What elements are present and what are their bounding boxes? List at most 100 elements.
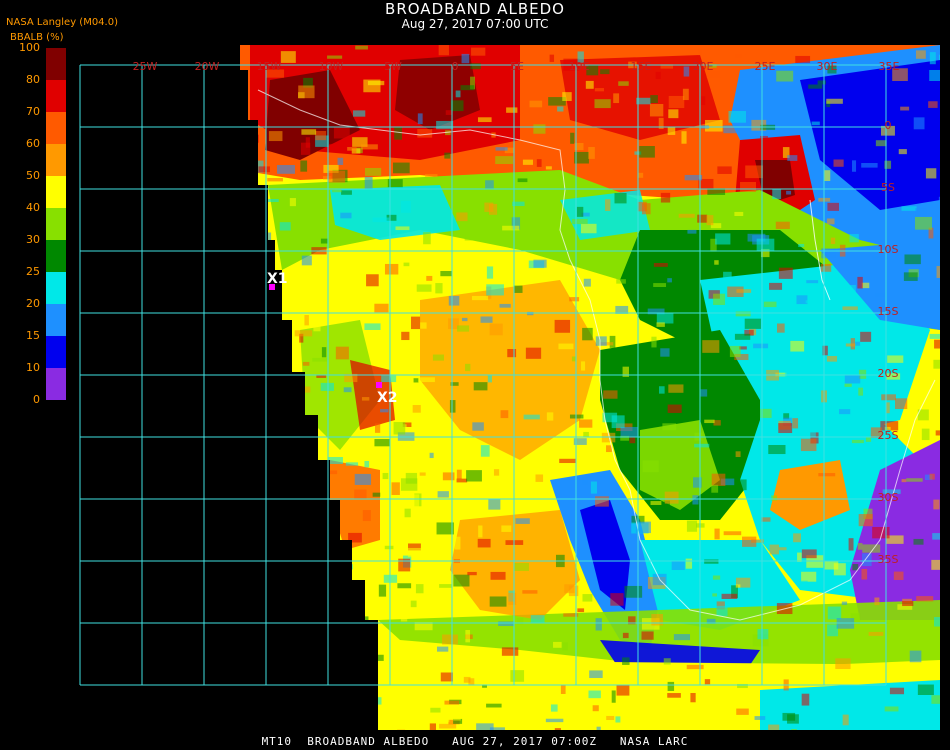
albedo-speckle	[501, 525, 512, 532]
albedo-speckle	[393, 162, 410, 174]
albedo-speckle	[466, 470, 482, 482]
albedo-speckle	[277, 165, 296, 174]
albedo-speckle	[889, 687, 905, 695]
albedo-speckle	[429, 452, 434, 459]
albedo-speckle	[848, 538, 854, 551]
longitude-label: 35E	[879, 60, 900, 73]
albedo-speckle	[411, 316, 421, 330]
albedo-speckle	[562, 92, 572, 101]
albedo-speckle	[925, 168, 937, 179]
albedo-speckle	[577, 608, 585, 613]
albedo-speckle	[622, 632, 629, 639]
albedo-speckle	[686, 520, 698, 532]
albedo-speckle	[929, 333, 940, 339]
albedo-speckle	[486, 703, 502, 708]
albedo-speckle	[461, 317, 468, 322]
albedo-speckle	[418, 377, 435, 383]
albedo-speckle	[354, 489, 367, 499]
albedo-speckle	[874, 597, 880, 606]
albedo-speckle	[536, 159, 542, 167]
albedo-speckle	[302, 386, 311, 393]
albedo-speckle	[717, 166, 732, 174]
albedo-speckle	[529, 100, 543, 108]
albedo-speckle	[581, 476, 589, 485]
albedo-speckle	[301, 129, 317, 135]
albedo-speckle	[790, 340, 805, 352]
albedo-speckle	[241, 262, 250, 275]
albedo-speckle	[358, 637, 365, 643]
albedo-speckle	[333, 127, 350, 139]
albedo-speckle	[438, 45, 449, 56]
albedo-speckle	[820, 264, 832, 272]
albedo-speckle	[272, 569, 281, 573]
albedo-speckle	[436, 120, 454, 130]
albedo-speckle	[651, 614, 663, 626]
albedo-speckle	[744, 318, 761, 329]
albedo-speckle	[437, 491, 449, 498]
albedo-speckle	[486, 284, 504, 296]
marker-point	[376, 382, 382, 388]
albedo-speckle	[312, 475, 318, 479]
albedo-speckle	[843, 694, 851, 706]
albedo-speckle	[276, 451, 293, 456]
albedo-speckle	[653, 283, 667, 288]
albedo-speckle	[372, 492, 381, 497]
albedo-speckle	[393, 422, 406, 435]
albedo-speckle	[278, 384, 295, 395]
albedo-speckle	[875, 293, 885, 297]
albedo-speckle	[480, 316, 493, 323]
albedo-speckle	[826, 98, 843, 104]
albedo-speckle	[842, 714, 849, 726]
albedo-speckle	[616, 685, 630, 696]
albedo-speckle	[515, 518, 530, 524]
albedo-speckle	[332, 183, 342, 193]
albedo-speckle	[480, 445, 490, 457]
latitude-label: 35S	[878, 553, 899, 566]
albedo-speckle	[490, 571, 506, 580]
albedo-speckle	[245, 261, 253, 274]
albedo-speckle	[827, 606, 842, 620]
albedo-speckle	[364, 323, 381, 330]
albedo-speckle	[650, 501, 662, 505]
albedo-speckle	[929, 69, 940, 82]
albedo-speckle	[842, 306, 858, 310]
albedo-speckle	[472, 422, 484, 431]
albedo-speckle	[637, 201, 647, 212]
albedo-speckle	[495, 156, 514, 165]
albedo-speckle	[595, 496, 609, 507]
albedo-speckle	[713, 686, 721, 697]
albedo-speckle	[404, 508, 411, 518]
albedo-speckle	[416, 284, 432, 292]
albedo-speckle	[442, 472, 455, 481]
albedo-speckle	[362, 510, 371, 522]
albedo-speckle	[419, 472, 426, 476]
latitude-label: 5S	[881, 181, 895, 194]
albedo-speckle	[713, 420, 721, 426]
albedo-speckle	[258, 166, 270, 173]
albedo-speckle	[713, 293, 726, 305]
albedo-speckle	[525, 347, 542, 359]
albedo-speckle	[715, 233, 731, 245]
albedo-speckle	[449, 400, 456, 413]
albedo-speckle	[638, 172, 644, 178]
albedo-speckle	[929, 52, 936, 65]
albedo-speckle	[686, 664, 704, 670]
albedo-speckle	[671, 561, 685, 571]
albedo-speckle	[605, 199, 611, 211]
albedo-speckle	[328, 143, 343, 153]
albedo-speckle	[560, 684, 566, 694]
albedo-speckle	[327, 470, 338, 475]
albedo-speckle	[461, 53, 470, 64]
albedo-speckle	[242, 375, 252, 385]
albedo-speckle	[775, 221, 790, 229]
albedo-speckle	[290, 450, 302, 458]
albedo-speckle	[324, 546, 342, 559]
albedo-speckle	[425, 174, 438, 178]
albedo-speckle	[244, 568, 263, 576]
albedo-speckle	[712, 593, 718, 597]
albedo-speckle	[824, 560, 839, 570]
albedo-speckle	[852, 160, 857, 172]
albedo-speckle	[714, 528, 720, 540]
albedo-speckle	[841, 601, 848, 605]
albedo-speckle	[335, 346, 349, 360]
